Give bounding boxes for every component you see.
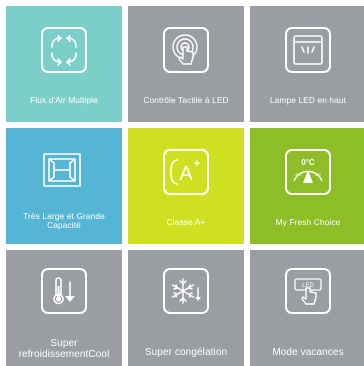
feature-tile-super-cooling[interactable]: Super refroidissementCool — [6, 250, 122, 366]
top-led-lamp-icon — [285, 27, 331, 73]
multi-airflow-icon — [41, 27, 87, 73]
feature-tile-super-freezing[interactable]: Super congélation — [128, 250, 244, 366]
feature-label: Super congélation — [144, 347, 228, 358]
feature-label: Lampe LED en haut — [269, 95, 347, 105]
energy-class-icon: A + — [163, 149, 209, 195]
feature-tile-top-led-lamp[interactable]: Lampe LED en haut — [250, 6, 364, 122]
energy-class-letter: A — [179, 163, 193, 185]
feature-label: Contrôle Tactile à LED — [143, 95, 229, 105]
fresh-minus-text: -3°C — [294, 172, 302, 177]
touch-control-icon — [163, 27, 209, 73]
feature-tile-multi-airflow[interactable]: Flux d'Air Multiple — [6, 6, 122, 122]
feature-tile-fresh-choice[interactable]: 0°C -3°C 3°C My Fresh Choice — [250, 128, 364, 244]
super-cooling-icon — [41, 268, 87, 314]
large-capacity-icon — [41, 149, 87, 195]
energy-class-plus: + — [194, 158, 200, 170]
feature-label: Super refroidissementCool — [18, 338, 110, 360]
feature-tile-vacation-mode[interactable]: LED Mode vacances — [250, 250, 364, 366]
feature-tile-energy-class[interactable]: A + Classe A+ — [128, 128, 244, 244]
feature-label: Flux d'Air Multiple — [30, 95, 98, 105]
fresh-choice-icon: 0°C -3°C 3°C — [285, 149, 331, 195]
fresh-plus-text: 3°C — [315, 172, 322, 177]
feature-label: Classe A+ — [166, 217, 206, 227]
feature-label: Mode vacances — [272, 347, 344, 358]
features-grid: Flux d'Air Multiple Contrôle Tactile à L… — [0, 0, 364, 366]
feature-label: My Fresh Choice — [275, 217, 341, 227]
vacation-mode-icon: LED — [285, 268, 331, 314]
fresh-temp-text: 0°C — [301, 158, 315, 167]
feature-tile-touch-control[interactable]: Contrôle Tactile à LED — [128, 6, 244, 122]
feature-label: Très Large et Grande Capacité — [23, 211, 105, 230]
super-freezing-icon — [163, 268, 209, 314]
feature-tile-large-capacity[interactable]: Très Large et Grande Capacité — [6, 128, 122, 244]
